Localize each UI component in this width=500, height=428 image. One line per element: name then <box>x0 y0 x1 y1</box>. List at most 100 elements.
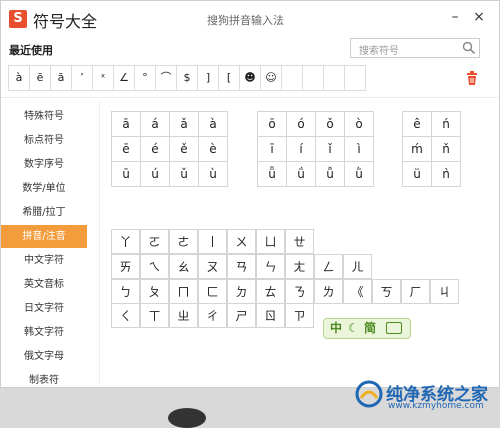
zhuyin-cell[interactable]: ㄔ <box>198 303 227 328</box>
sidebar-item[interactable]: 标点符号 <box>1 129 87 152</box>
search-icon[interactable] <box>462 41 476 55</box>
recent-symbol[interactable]: [ <box>218 65 240 91</box>
recent-symbol[interactable]: ā <box>50 65 72 91</box>
recent-symbol[interactable] <box>323 65 345 91</box>
zhuyin-cell[interactable]: ㄆ <box>140 279 169 304</box>
zhuyin-cell[interactable]: ㄤ <box>285 254 314 279</box>
zhuyin-cell[interactable]: ㄜ <box>169 229 198 254</box>
zhuyin-cell[interactable]: ㄇ <box>169 279 198 304</box>
symbol-cell[interactable]: ì <box>345 137 374 162</box>
symbol-cell[interactable]: ǎ <box>170 112 199 137</box>
symbol-cell[interactable]: ē <box>112 137 141 162</box>
recent-symbol[interactable]: ☺ <box>260 65 282 91</box>
symbol-cell[interactable]: é <box>141 137 170 162</box>
search-input[interactable] <box>357 42 465 61</box>
symbol-cell[interactable]: à <box>199 112 228 137</box>
zhuyin-cell[interactable]: ㄏ <box>401 279 430 304</box>
symbol-cell[interactable]: ú <box>141 162 170 187</box>
symbol-cell[interactable]: ǖ <box>258 162 287 187</box>
symbol-cell[interactable]: ǔ <box>170 162 199 187</box>
zhuyin-cell[interactable]: ㄡ <box>198 254 227 279</box>
symbol-cell[interactable]: ù <box>199 162 228 187</box>
symbol-cell[interactable]: ê <box>403 112 432 137</box>
zhuyin-cell[interactable]: ㄓ <box>169 303 198 328</box>
zhuyin-cell[interactable]: ㄦ <box>343 254 372 279</box>
zhuyin-cell[interactable]: ㄈ <box>198 279 227 304</box>
symbol-cell[interactable]: ó <box>287 112 316 137</box>
symbol-cell[interactable]: ū <box>112 162 141 187</box>
ime-status-badge[interactable]: 中 ☾ 简 <box>323 318 411 339</box>
sidebar-item[interactable]: 特殊符号 <box>1 105 87 128</box>
zhuyin-cell[interactable]: ㄐ <box>430 279 459 304</box>
sidebar-item[interactable]: 数字序号 <box>1 153 87 176</box>
zhuyin-cell[interactable]: ㄞ <box>111 254 140 279</box>
zhuyin-cell[interactable]: ㄥ <box>314 254 343 279</box>
zhuyin-cell[interactable]: 丫 <box>111 229 140 254</box>
minimize-button[interactable]: – <box>447 8 463 26</box>
zhuyin-cell[interactable]: ㄌ <box>314 279 343 304</box>
zhuyin-cell[interactable]: 丨 <box>198 229 227 254</box>
symbol-cell[interactable]: ǹ <box>432 162 461 187</box>
symbol-cell[interactable]: ń <box>432 112 461 137</box>
zhuyin-cell[interactable]: ㄟ <box>140 254 169 279</box>
symbol-cell[interactable]: á <box>141 112 170 137</box>
zhuyin-cell[interactable]: ㄩ <box>256 229 285 254</box>
symbol-cell[interactable]: ā <box>112 112 141 137</box>
recent-symbol[interactable]: ē <box>29 65 51 91</box>
symbol-cell[interactable]: ō <box>258 112 287 137</box>
zhuyin-cell[interactable]: ㄒ <box>140 303 169 328</box>
symbol-cell[interactable]: è <box>199 137 228 162</box>
zhuyin-cell[interactable]: ㄋ <box>285 279 314 304</box>
recent-symbol[interactable]: ⌒ <box>155 65 177 91</box>
sidebar-item[interactable]: 中文字符 <box>1 249 87 272</box>
recent-symbol[interactable]: à <box>8 65 30 91</box>
sidebar-item[interactable]: 制表符 <box>1 369 87 392</box>
recent-symbol[interactable]: ∠ <box>113 65 135 91</box>
close-button[interactable]: × <box>471 8 487 26</box>
recent-symbol[interactable]: ° <box>134 65 156 91</box>
recent-symbol[interactable]: ˣ <box>92 65 114 91</box>
symbol-cell[interactable]: ò <box>345 112 374 137</box>
trash-icon[interactable] <box>464 70 480 86</box>
search-box[interactable] <box>350 38 480 61</box>
zhuyin-cell[interactable]: ㄨ <box>227 229 256 254</box>
zhuyin-cell[interactable]: 《 <box>343 279 372 304</box>
symbol-cell[interactable]: ī <box>258 137 287 162</box>
symbol-cell[interactable]: í <box>287 137 316 162</box>
symbol-cell[interactable]: ü <box>403 162 432 187</box>
sidebar-item[interactable]: 日文字符 <box>1 297 87 320</box>
symbol-cell[interactable]: ḿ <box>403 137 432 162</box>
recent-symbol[interactable] <box>281 65 303 91</box>
zhuyin-cell[interactable]: ㄢ <box>227 254 256 279</box>
zhuyin-cell[interactable]: ㄎ <box>372 279 401 304</box>
zhuyin-cell[interactable]: ㄕ <box>227 303 256 328</box>
zhuyin-cell[interactable]: ㄅ <box>111 279 140 304</box>
zhuyin-cell[interactable]: ㄝ <box>285 229 314 254</box>
recent-symbol[interactable]: ’ <box>71 65 93 91</box>
symbol-cell[interactable]: ǒ <box>316 112 345 137</box>
symbol-cell[interactable]: ǐ <box>316 137 345 162</box>
zhuyin-cell[interactable]: ㄉ <box>227 279 256 304</box>
recent-symbol[interactable] <box>344 65 366 91</box>
zhuyin-cell[interactable]: ㄖ <box>256 303 285 328</box>
symbol-cell[interactable]: ǚ <box>316 162 345 187</box>
zhuyin-cell[interactable]: ㄛ <box>140 229 169 254</box>
symbol-cell[interactable]: ǜ <box>345 162 374 187</box>
sidebar-item[interactable]: 俄文字母 <box>1 345 87 368</box>
sidebar-item[interactable]: 英文音标 <box>1 273 87 296</box>
recent-symbol[interactable]: ☻ <box>239 65 261 91</box>
recent-symbol[interactable] <box>302 65 324 91</box>
zhuyin-cell[interactable]: ㄗ <box>285 303 314 328</box>
sidebar-item[interactable]: 希腊/拉丁 <box>1 201 87 224</box>
symbol-cell[interactable]: ě <box>170 137 199 162</box>
symbol-cell[interactable]: ň <box>432 137 461 162</box>
recent-symbol[interactable]: ] <box>197 65 219 91</box>
zhuyin-cell[interactable]: ㄊ <box>256 279 285 304</box>
symbol-cell[interactable]: ǘ <box>287 162 316 187</box>
sidebar-item[interactable]: 韩文字符 <box>1 321 87 344</box>
zhuyin-cell[interactable]: ㄠ <box>169 254 198 279</box>
zhuyin-cell[interactable]: ㄑ <box>111 303 140 328</box>
zhuyin-cell[interactable]: ㄣ <box>256 254 285 279</box>
sidebar-item[interactable]: 数学/单位 <box>1 177 87 200</box>
recent-symbol[interactable]: $ <box>176 65 198 91</box>
